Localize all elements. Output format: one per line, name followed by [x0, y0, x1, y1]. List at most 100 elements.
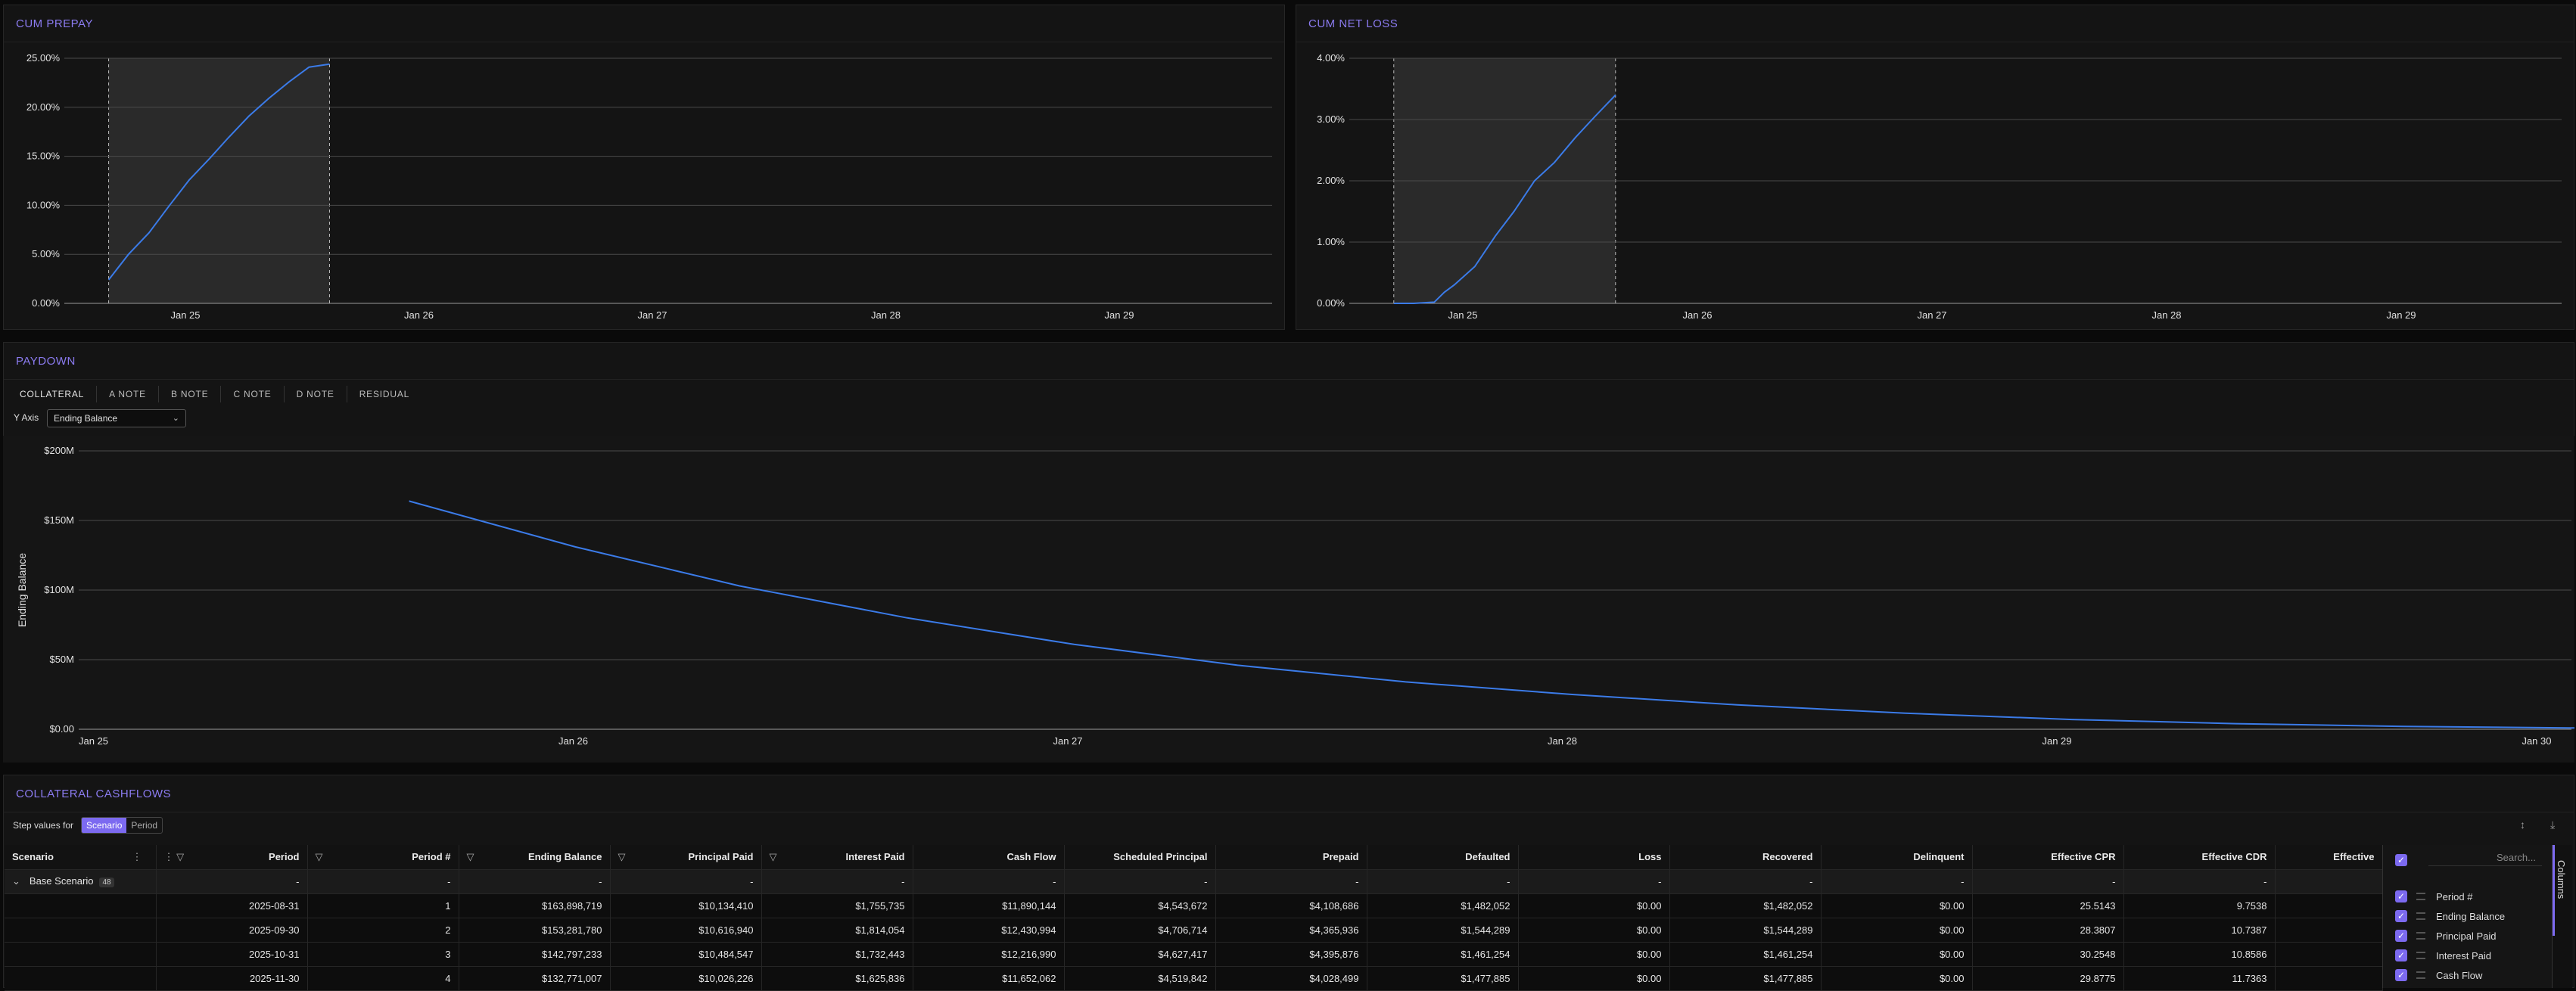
group-placeholder: - — [1367, 869, 1519, 894]
table-cell: $1,477,885 — [1669, 966, 1822, 991]
column-header[interactable]: Scheduled Principal — [1064, 845, 1216, 870]
table-cell: $11,652,062 — [913, 966, 1065, 991]
table-cell: $4,028,499 — [1215, 966, 1367, 991]
filter-icon[interactable]: ▽ — [618, 851, 626, 863]
x-tick-label: Jan 30 — [2522, 735, 2551, 747]
table-cell: $0.00 — [1821, 918, 1973, 943]
step-option-period[interactable]: Period — [126, 818, 162, 833]
table-cell: 2025-09-30 — [156, 918, 308, 943]
filter-icon[interactable]: ▽ — [770, 851, 777, 863]
group-label: Base Scenario — [29, 875, 94, 887]
tab-a-note[interactable]: A NOTE — [97, 386, 159, 402]
group-placeholder: - — [761, 869, 913, 894]
y-tick-label: 10.00% — [26, 199, 61, 210]
column-checkbox[interactable]: ✓ — [2395, 949, 2407, 961]
x-tick-label: Jan 29 — [1104, 309, 1134, 321]
column-search-input[interactable]: Search... — [2428, 850, 2542, 866]
tab-c-note[interactable]: C NOTE — [221, 386, 285, 402]
table-cell: $0.00 — [1518, 918, 1670, 943]
x-tick-label: Jan 28 — [2151, 309, 2181, 321]
column-header[interactable]: Defaulted — [1367, 845, 1519, 870]
drag-handle-icon[interactable] — [2416, 971, 2425, 979]
column-name: Principal Paid — [2436, 930, 2497, 942]
y-tick-label: 5.00% — [32, 248, 60, 259]
paydown-chart[interactable]: $0.00 $50M $100M $150M $200M Jan 25 Jan 26 Jan … — [3, 436, 2574, 763]
drag-handle-icon[interactable] — [2416, 912, 2425, 920]
drag-handle-icon[interactable] — [2416, 932, 2425, 940]
column-header[interactable]: Loss — [1518, 845, 1670, 870]
column-header[interactable]: Principal Paid ▽ — [610, 845, 762, 870]
column-header[interactable]: Effective CPR — [1972, 845, 2124, 870]
column-name: Interest Paid — [2436, 949, 2491, 961]
column-name: Ending Balance — [2436, 910, 2506, 922]
drag-handle-icon[interactable] — [2416, 952, 2425, 959]
column-checkbox[interactable]: ✓ — [2395, 890, 2407, 902]
column-menu-icon[interactable]: ⋮ — [132, 851, 142, 863]
table-cell: 29.8775 — [1972, 966, 2124, 991]
group-placeholder: - — [1821, 869, 1973, 894]
table-row[interactable]: 2025-09-30 2 $153,281,780 $10,616,940 $1,814… — [5, 918, 2383, 943]
drag-handle-icon[interactable] — [2416, 893, 2425, 900]
table-cell: $1,477,885 — [1367, 966, 1519, 991]
table-cell — [5, 966, 157, 991]
filter-icon[interactable]: ▽ — [467, 851, 474, 863]
chevron-down-icon[interactable]: ⌄ — [12, 875, 20, 887]
column-menu-icon[interactable]: ⋮ ▽ — [164, 851, 185, 863]
table-row[interactable]: 2025-10-31 3 $142,797,233 $10,484,547 $1,732… — [5, 942, 2383, 967]
table-cell — [2275, 942, 2383, 967]
expand-vertical-icon[interactable]: ↕ — [2520, 819, 2525, 831]
column-header[interactable]: Ending Balance ▽ — [459, 845, 611, 870]
series-line — [409, 500, 2574, 729]
cum-prepay-chart[interactable]: 0.00% 5.00% 10.00% 15.00% 20.00% 25.00% Jan 25… — [4, 43, 1283, 331]
tab-residual[interactable]: RESIDUAL — [347, 386, 422, 402]
table-row[interactable]: 2025-11-30 4 $132,771,007 $10,026,226 $1,625… — [5, 966, 2383, 991]
select-all-checkbox[interactable]: ✓ — [2395, 854, 2407, 866]
column-checkbox[interactable]: ✓ — [2395, 930, 2407, 942]
tab-collateral[interactable]: COLLATERAL — [8, 386, 98, 402]
column-header[interactable]: Recovered — [1669, 845, 1822, 870]
column-header[interactable]: Cash Flow — [913, 845, 1065, 870]
table-cell: 4 — [307, 966, 459, 991]
cum-net-loss-chart[interactable]: 0.00% 1.00% 2.00% 3.00% 4.00% Jan 25 Jan 26 Jan… — [1296, 43, 2574, 331]
column-name: Cash Flow — [2436, 969, 2483, 981]
x-tick-label: Jan 25 — [170, 309, 200, 321]
tab-d-note[interactable]: D NOTE — [285, 386, 347, 402]
column-header[interactable]: Effective — [2275, 845, 2383, 870]
table-cell: 11.7363 — [2123, 966, 2276, 991]
y-tick-label: $200M — [44, 445, 74, 456]
table-cell: $153,281,780 — [459, 918, 611, 943]
column-header[interactable]: Period ⋮ ▽ — [156, 845, 308, 870]
column-checkbox[interactable]: ✓ — [2395, 910, 2407, 922]
column-header-label: Effective — [2333, 851, 2375, 863]
y-tick-label: 2.00% — [1317, 175, 1345, 186]
table-cell: 2025-08-31 — [156, 893, 308, 918]
group-placeholder: - — [913, 869, 1065, 894]
table-row[interactable]: 2025-08-31 1 $163,898,719 $10,134,410 $1,755… — [5, 893, 2383, 918]
column-header[interactable]: Period # ▽ — [307, 845, 459, 870]
filter-icon[interactable]: ▽ — [316, 851, 323, 863]
table-cell: $1,461,254 — [1367, 942, 1519, 967]
table-cell: $11,890,144 — [913, 893, 1065, 918]
column-header-label: Period — [269, 851, 300, 863]
column-checkbox[interactable]: ✓ — [2395, 969, 2407, 981]
column-header[interactable]: Delinquent — [1821, 845, 1973, 870]
column-header-label: Defaulted — [1465, 851, 1510, 863]
download-icon[interactable]: ⤓ — [2550, 819, 2555, 831]
y-tick-label: $50M — [49, 654, 74, 665]
paydown-tabs: COLLATERAL A NOTE B NOTE C NOTE D NOTE R… — [8, 386, 422, 402]
group-row[interactable]: ⌄ Base Scenario 48- - - - - - - - - - - - - - — [5, 869, 2383, 894]
table-cell: $1,814,054 — [761, 918, 913, 943]
column-header[interactable]: Scenario ⋮ — [5, 845, 157, 870]
column-header[interactable]: Interest Paid ▽ — [761, 845, 913, 870]
table-cell: $10,616,940 — [610, 918, 762, 943]
table-cell: $1,625,836 — [761, 966, 913, 991]
step-option-scenario[interactable]: Scenario — [82, 818, 127, 833]
tab-b-note[interactable]: B NOTE — [159, 386, 222, 402]
y-tick-label: $100M — [44, 584, 74, 595]
column-header[interactable]: Effective CDR — [2123, 845, 2276, 870]
column-header[interactable]: Prepaid — [1215, 845, 1367, 870]
y-axis-title: Ending Balance — [16, 553, 28, 627]
columns-sidebar-tab[interactable]: Columns — [2552, 845, 2572, 988]
column-header-label: Scenario — [12, 851, 54, 863]
y-axis-select[interactable]: Ending Balance ⌄ — [47, 409, 186, 427]
